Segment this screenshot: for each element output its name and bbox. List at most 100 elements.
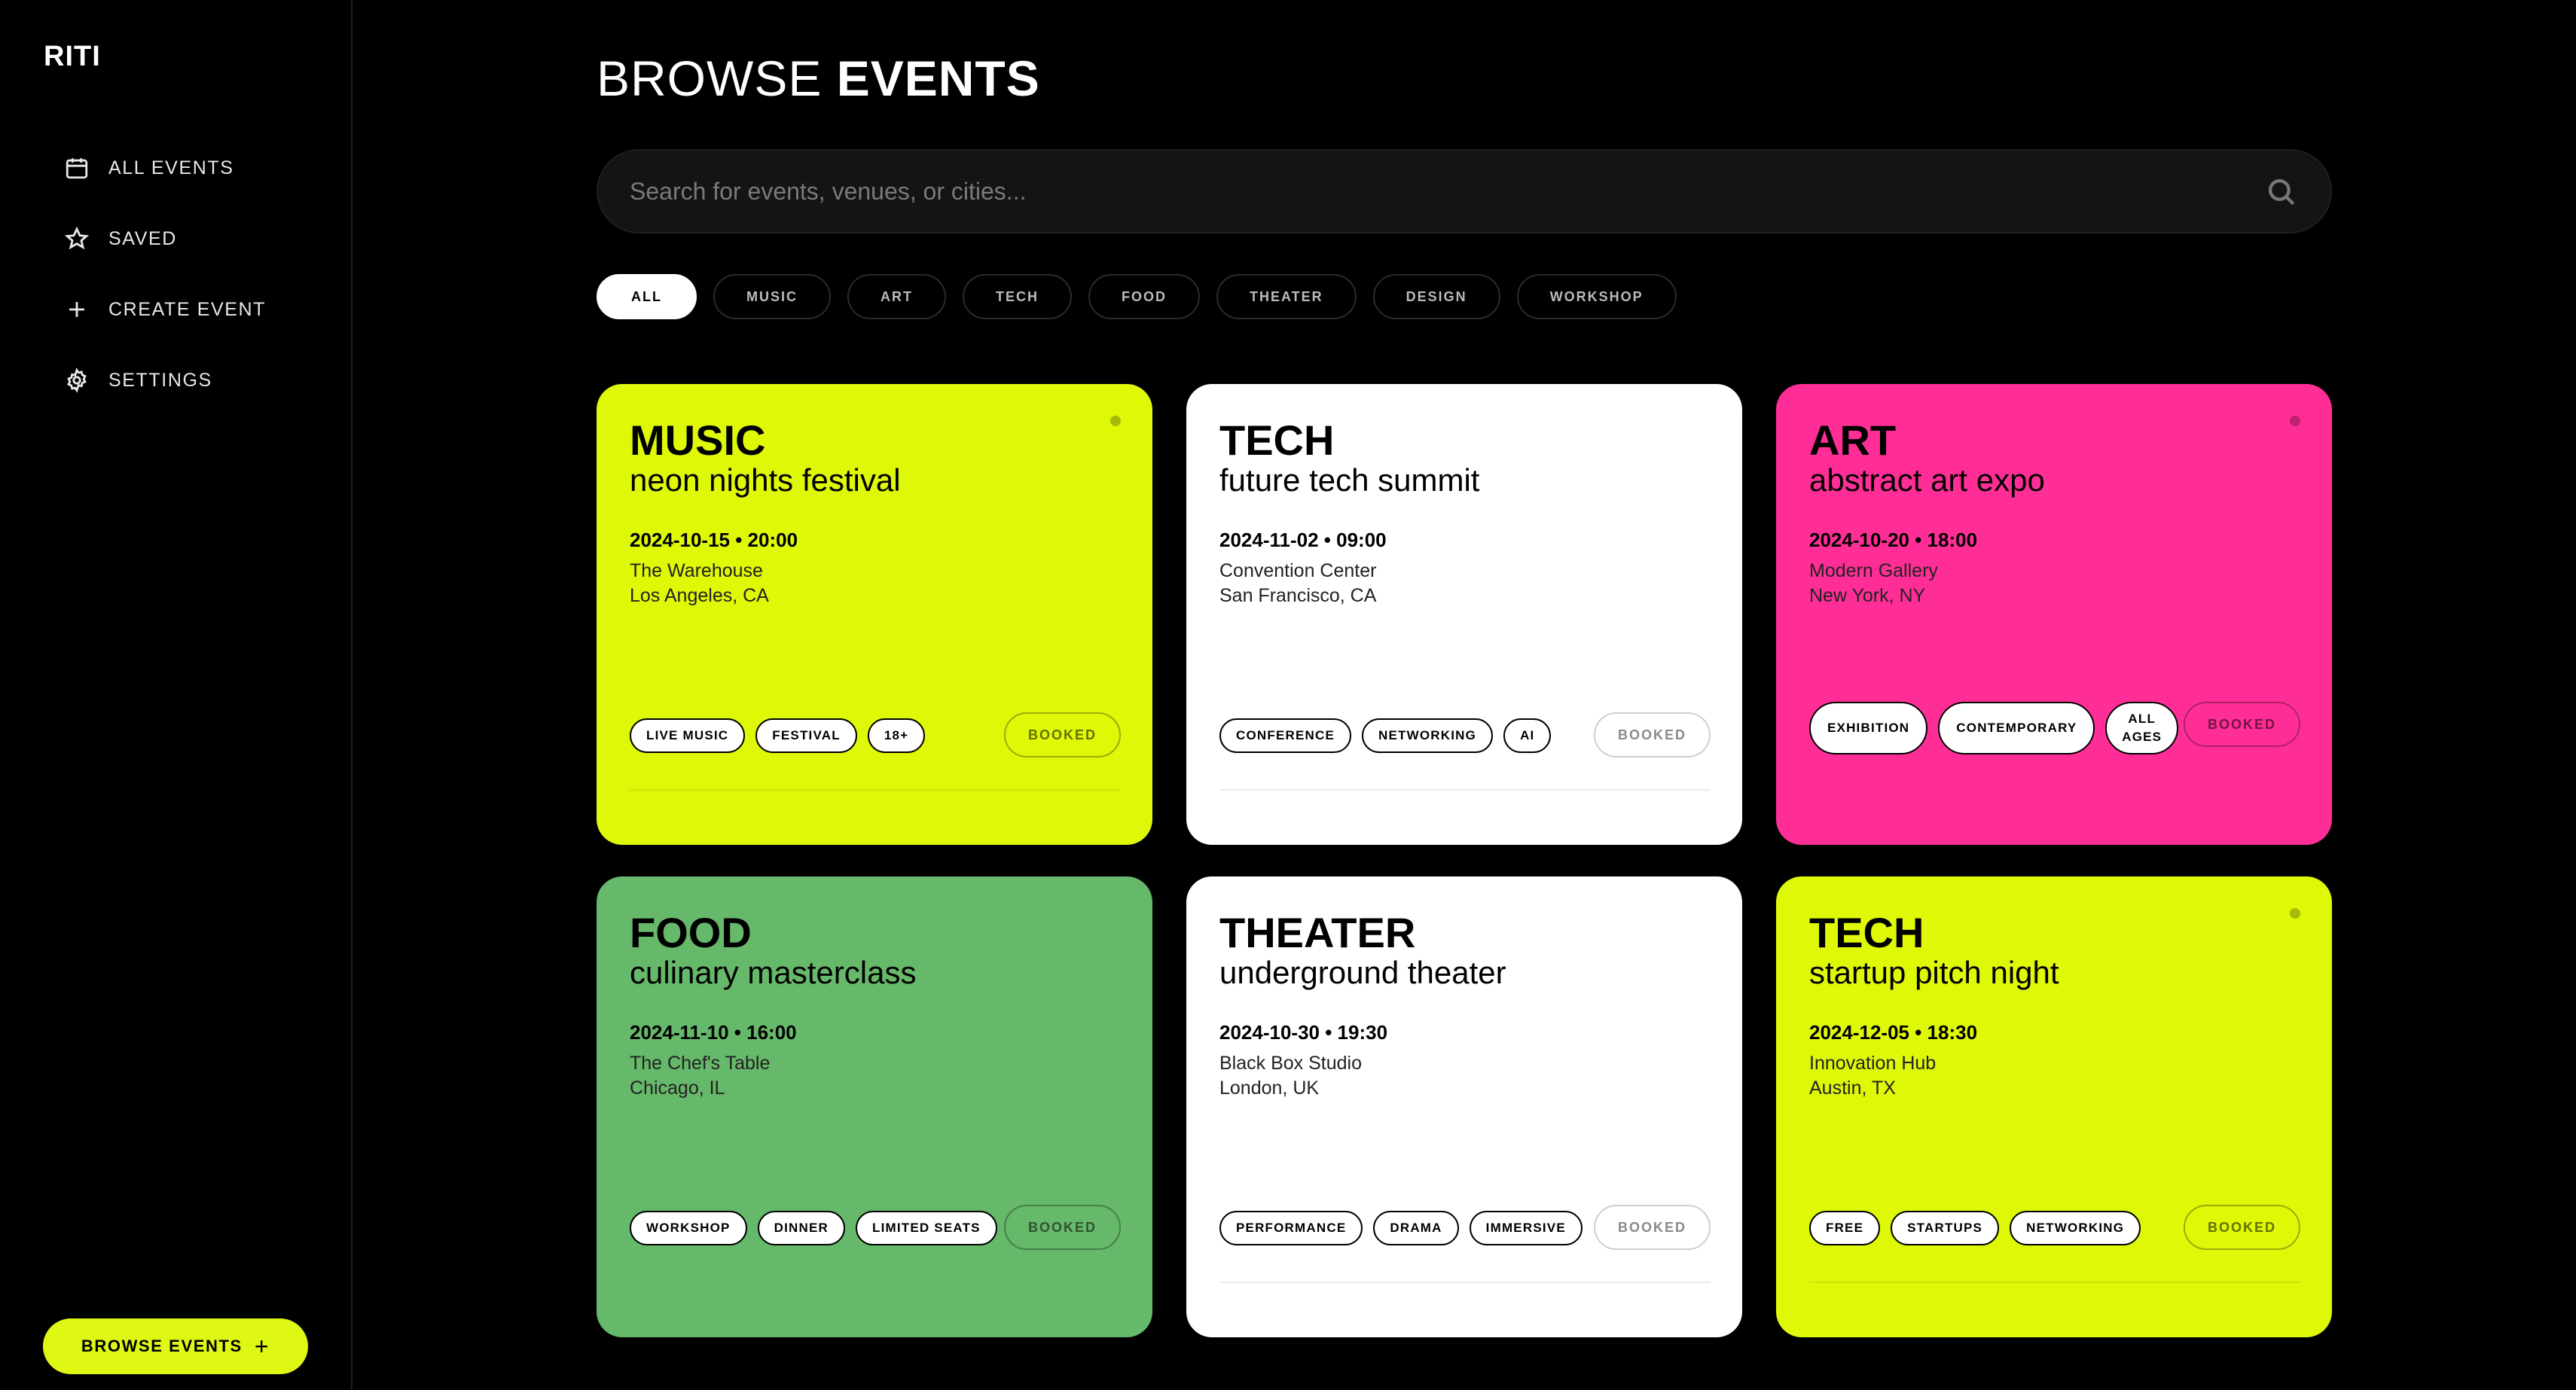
event-city: Austin, TX [1809,1078,1896,1099]
nav-create-event[interactable]: CREATE EVENT [63,292,334,327]
event-tag: PERFORMANCE [1219,1211,1363,1245]
divider [1809,1282,2300,1283]
event-tag: AI [1503,718,1552,753]
nav-label: SETTINGS [108,369,212,391]
browse-events-label: BROWSE EVENTS [81,1337,243,1355]
event-category: MUSIC [630,416,766,464]
page-title-light: BROWSE [597,50,837,106]
app: RITI ALL EVENTS SAVED CREATE EVENT SETTI… [0,0,2576,1390]
event-city: New York, NY [1809,585,1926,606]
event-tag: NETWORKING [2010,1211,2141,1245]
filter-all[interactable]: ALL [597,274,697,319]
event-venue: Modern Gallery [1809,560,1938,581]
filter-art[interactable]: ART [847,274,946,319]
divider [1219,1282,1711,1283]
nav-saved[interactable]: SAVED [63,221,334,256]
booked-button[interactable]: BOOKED [1003,712,1121,757]
event-venue: The Chef's Table [630,1053,771,1074]
calendar-icon [63,154,90,181]
event-datetime: 2024-10-15 • 20:00 [630,529,798,551]
event-datetime: 2024-12-05 • 18:30 [1809,1021,1978,1044]
event-datetime: 2024-10-20 • 18:00 [1809,529,1978,551]
gear-icon [63,367,90,394]
event-card[interactable]: TECH future tech summit 2024-11-02 • 09:… [1186,384,1742,845]
event-tags: EXHIBITION CONTEMPORARY ALL AGES [1809,702,2178,754]
event-card[interactable]: ART abstract art expo 2024-10-20 • 18:00… [1776,384,2332,845]
event-tag: STARTUPS [1891,1211,2000,1245]
event-name: startup pitch night [1809,955,2059,990]
sidebar-nav: ALL EVENTS SAVED CREATE EVENT SETTINGS [63,151,334,434]
plus-icon [63,296,90,323]
event-venue: The Warehouse [630,560,763,581]
page-title-bold: EVENTS [836,50,1040,106]
event-datetime: 2024-11-02 • 09:00 [1219,529,1387,551]
event-location: Black Box Studio London, UK [1219,1051,1362,1101]
booked-button[interactable]: BOOKED [2183,1205,2300,1250]
event-venue: Black Box Studio [1219,1053,1362,1074]
nav-all-events[interactable]: ALL EVENTS [63,151,334,185]
filter-theater[interactable]: THEATER [1216,274,1357,319]
search-bar [597,149,2332,233]
nav-settings[interactable]: SETTINGS [63,363,334,398]
star-icon [63,225,90,252]
filter-music[interactable]: MUSIC [713,274,831,319]
event-card[interactable]: TECH startup pitch night 2024-12-05 • 18… [1776,876,2332,1337]
event-tag: DRAMA [1373,1211,1459,1245]
logo: RITI [44,41,101,72]
event-location: Innovation Hub Austin, TX [1809,1051,1936,1101]
filter-tech[interactable]: TECH [963,274,1072,319]
search-input[interactable] [630,169,2227,214]
event-tag: FREE [1809,1211,1881,1245]
event-tags: WORKSHOP DINNER LIMITED SEATS [630,1211,999,1245]
search-icon[interactable] [2266,176,2297,208]
event-location: The Warehouse Los Angeles, CA [630,559,769,608]
event-city: Los Angeles, CA [630,585,769,606]
plus-icon: + [254,1333,270,1360]
event-location: Convention Center San Francisco, CA [1219,559,1376,608]
event-tag: CONFERENCE [1219,718,1352,753]
browse-events-button[interactable]: BROWSE EVENTS + [43,1318,308,1374]
event-city: Chicago, IL [630,1078,725,1099]
event-category: FOOD [630,909,752,956]
event-tags: PERFORMANCE DRAMA IMMERSIVE [1219,1211,1589,1245]
event-tag: ALL AGES [2105,702,2178,754]
event-name: neon nights festival [630,462,901,498]
event-tag: CONTEMPORARY [1938,702,2095,754]
booked-button[interactable]: BOOKED [1593,712,1711,757]
event-tag: IMMERSIVE [1469,1211,1583,1245]
event-venue: Innovation Hub [1809,1053,1937,1074]
event-category: THEATER [1219,909,1416,956]
event-city: San Francisco, CA [1219,585,1377,606]
status-dot [2290,908,2300,919]
event-tag: LIVE MUSIC [630,718,746,753]
event-tags: CONFERENCE NETWORKING AI [1219,718,1589,753]
event-venue: Convention Center [1219,560,1377,581]
filter-food[interactable]: FOOD [1088,274,1200,319]
booked-button[interactable]: BOOKED [2183,702,2300,747]
event-location: The Chef's Table Chicago, IL [630,1051,770,1101]
event-location: Modern Gallery New York, NY [1809,559,1938,608]
booked-button[interactable]: BOOKED [1003,1205,1121,1250]
nav-label: ALL EVENTS [108,157,234,178]
event-card[interactable]: THEATER underground theater 2024-10-30 •… [1186,876,1742,1337]
filter-workshop[interactable]: WORKSHOP [1516,274,1677,319]
event-city: London, UK [1219,1078,1320,1099]
event-tag: DINNER [757,1211,845,1245]
status-dot [1110,416,1121,426]
sidebar: RITI ALL EVENTS SAVED CREATE EVENT SETTI… [0,0,353,1390]
divider [630,789,1121,791]
event-name: abstract art expo [1809,462,2045,498]
event-name: underground theater [1219,955,1506,990]
event-tag: WORKSHOP [630,1211,747,1245]
event-datetime: 2024-10-30 • 19:30 [1219,1021,1388,1044]
event-tag: 18+ [867,718,926,753]
event-category: TECH [1219,416,1335,464]
event-card[interactable]: FOOD culinary masterclass 2024-11-10 • 1… [597,876,1152,1337]
booked-button[interactable]: BOOKED [1593,1205,1711,1250]
category-filters: ALL MUSIC ART TECH FOOD THEATER DESIGN W… [597,274,1677,319]
event-tag: FESTIVAL [755,718,857,753]
event-name: culinary masterclass [630,955,917,990]
nav-label: SAVED [108,227,177,249]
event-card[interactable]: MUSIC neon nights festival 2024-10-15 • … [597,384,1152,845]
filter-design[interactable]: DESIGN [1372,274,1500,319]
